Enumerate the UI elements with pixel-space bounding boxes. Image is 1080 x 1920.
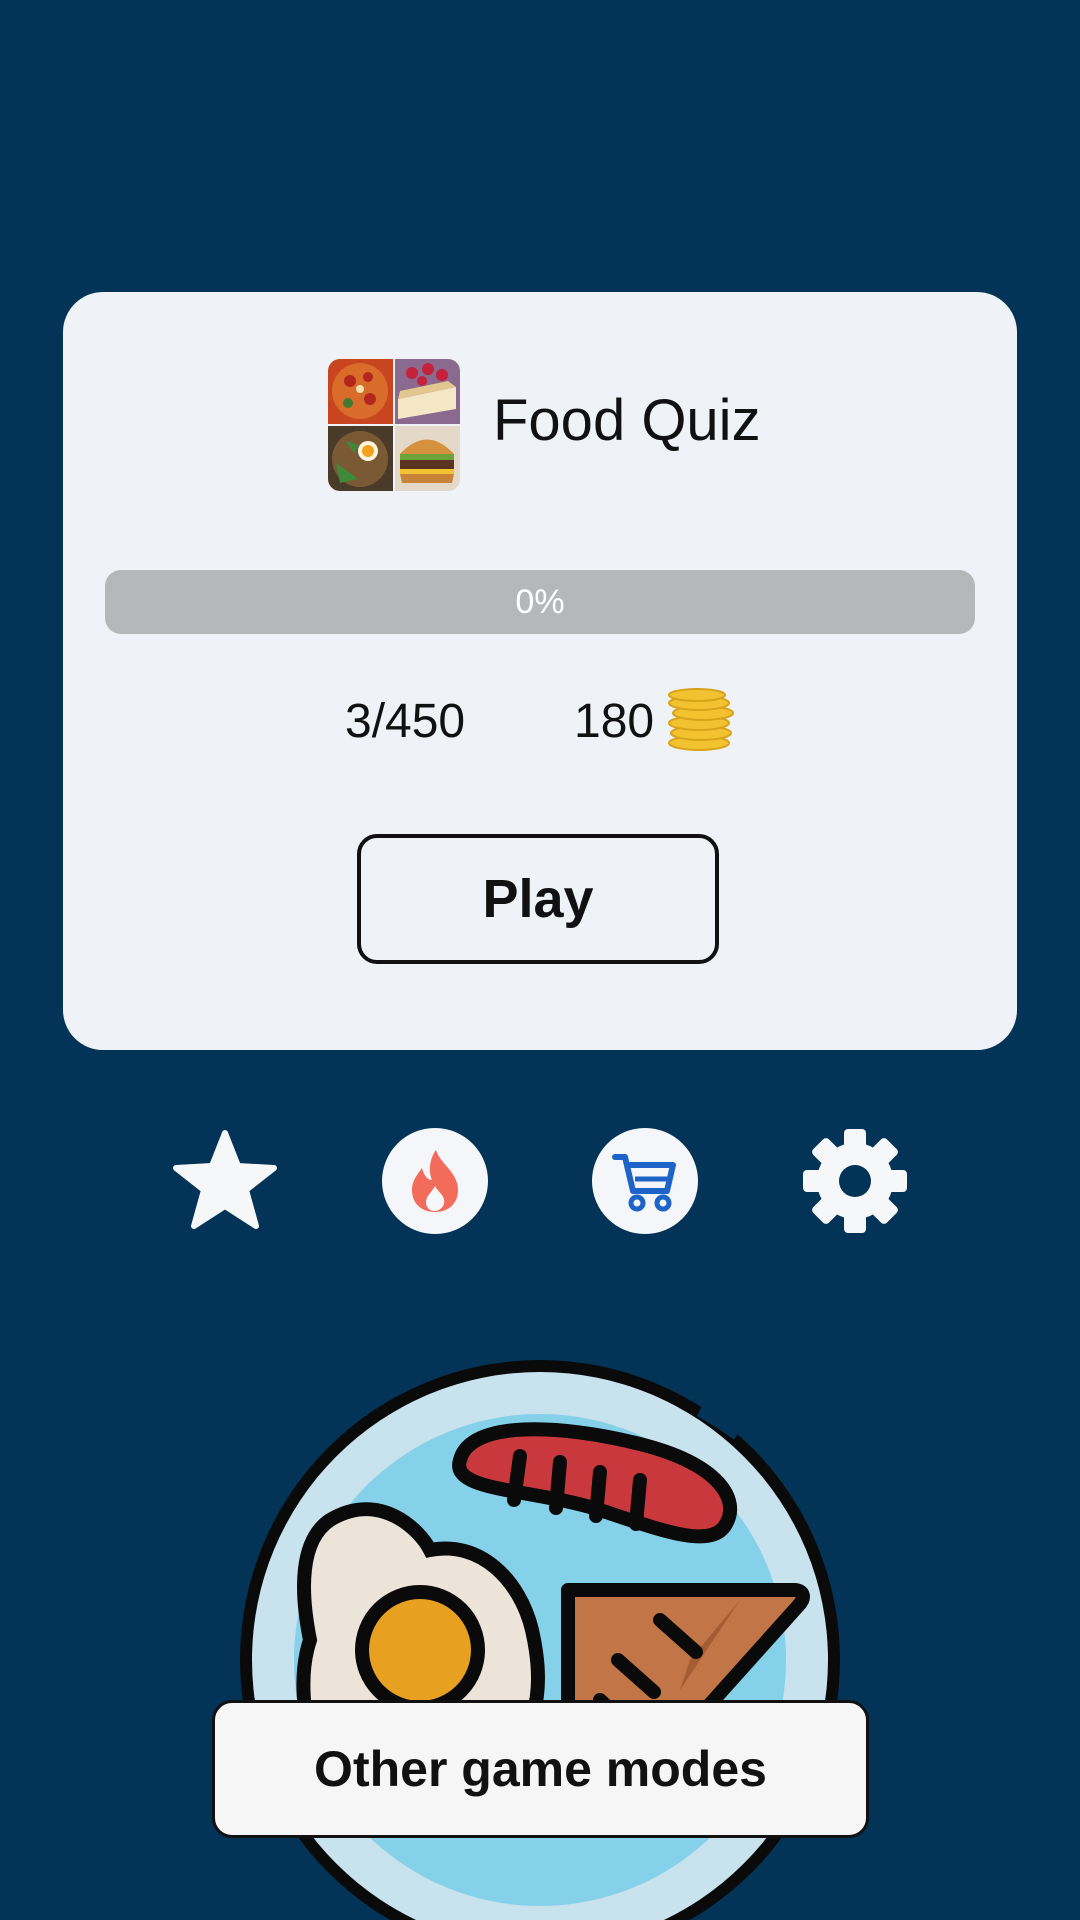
progress-bar: 0%	[105, 570, 975, 634]
quiz-thumbnail	[328, 359, 460, 491]
quiz-title: Food Quiz	[493, 388, 761, 453]
other-game-modes-button[interactable]: Other game modes	[212, 1700, 869, 1838]
coin-count: 180	[574, 695, 655, 748]
level-count: 3/450	[345, 695, 466, 748]
gear-icon[interactable]	[802, 1128, 908, 1234]
flame-icon[interactable]	[382, 1128, 488, 1234]
star-icon[interactable]	[172, 1128, 278, 1234]
coins-icon	[665, 687, 737, 753]
play-button[interactable]: Play	[357, 834, 719, 964]
progress-label: 0%	[515, 582, 565, 621]
quiz-card: Food Quiz 0% 3/450 180 Play	[63, 292, 1017, 1050]
main-screen: Food Quiz 0% 3/450 180 Play Other game m…	[0, 0, 1080, 1920]
cart-icon[interactable]	[592, 1128, 698, 1234]
